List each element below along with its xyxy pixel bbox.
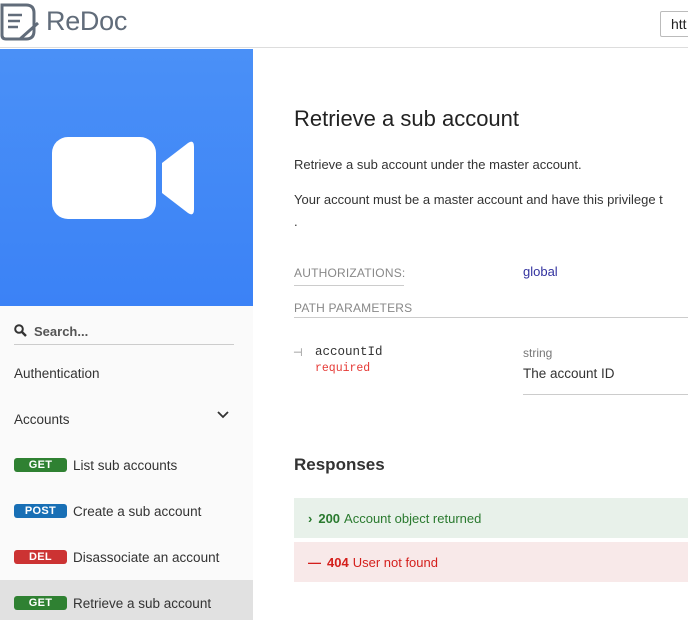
responses-title: Responses	[294, 455, 385, 474]
response-code: 404	[327, 554, 349, 570]
operation-description-end: .	[294, 214, 298, 229]
video-camera-icon	[52, 137, 194, 219]
divider	[523, 394, 688, 395]
operation-description: Retrieve a sub account under the master …	[294, 157, 582, 172]
sidebar-item-authentication[interactable]: Authentication	[0, 350, 253, 396]
redoc-logo: ReDoc	[0, 0, 127, 42]
sidebar-item-list-sub-accounts[interactable]: GET List sub accounts	[0, 442, 253, 488]
response-text: Account object returned	[344, 510, 482, 526]
param-required: required	[315, 362, 371, 375]
search-input[interactable]	[34, 321, 229, 341]
method-badge-get: GET	[14, 458, 67, 472]
logo-text: ReDoc	[46, 5, 128, 36]
sidebar-item-retrieve-sub-account[interactable]: GET Retrieve a sub account	[0, 580, 253, 620]
sidebar: Authentication Accounts GET List sub acc…	[0, 49, 253, 620]
divider	[294, 317, 688, 318]
sidebar-item-disassociate-account[interactable]: DEL Disassociate an account	[0, 534, 253, 580]
sidebar-item-label: List sub accounts	[73, 457, 178, 473]
sidebar-item-label: Disassociate an account	[73, 549, 220, 565]
dash-icon: —	[308, 554, 321, 570]
sidebar-item-label: Retrieve a sub account	[73, 595, 212, 611]
sidebar-item-create-sub-account[interactable]: POST Create a sub account	[0, 488, 253, 534]
sidebar-item-label: Accounts	[14, 411, 70, 427]
response-404[interactable]: — 404 User not found	[294, 542, 688, 582]
chevron-down-icon	[217, 411, 229, 419]
response-text: User not found	[352, 554, 438, 570]
param-tree-line: ⊣	[293, 347, 303, 359]
sidebar-item-label: Create a sub account	[73, 503, 202, 519]
method-badge-del: DEL	[14, 550, 67, 564]
url-input[interactable]: htt	[660, 11, 688, 37]
param-type: string	[523, 346, 553, 360]
operation-title: Retrieve a sub account	[294, 106, 520, 131]
authorizations-label: AUTHORIZATIONS:	[294, 266, 406, 280]
authorization-global-link[interactable]: global	[523, 264, 558, 279]
param-description: The account ID	[523, 366, 615, 381]
chevron-right-icon: ›	[308, 510, 313, 526]
param-name: accountId	[315, 345, 383, 359]
brand-banner	[0, 49, 253, 306]
method-badge-post: POST	[14, 504, 67, 518]
search-box	[14, 319, 234, 345]
top-bar: ReDoc htt	[0, 0, 688, 48]
sidebar-item-label: Authentication	[14, 365, 100, 381]
method-badge-get: GET	[14, 596, 67, 610]
redoc-logo-icon	[0, 3, 39, 41]
main-content: Retrieve a sub account Retrieve a sub ac…	[253, 49, 688, 620]
operation-description-privilege: Your account must be a master account an…	[294, 192, 663, 207]
sidebar-item-accounts[interactable]: Accounts	[0, 396, 253, 442]
response-code: 200	[318, 510, 341, 526]
response-200[interactable]: › 200 Account object returned	[294, 498, 688, 538]
path-parameters-label: PATH PARAMETERS	[294, 301, 413, 315]
divider	[294, 285, 404, 286]
search-icon	[14, 324, 27, 337]
